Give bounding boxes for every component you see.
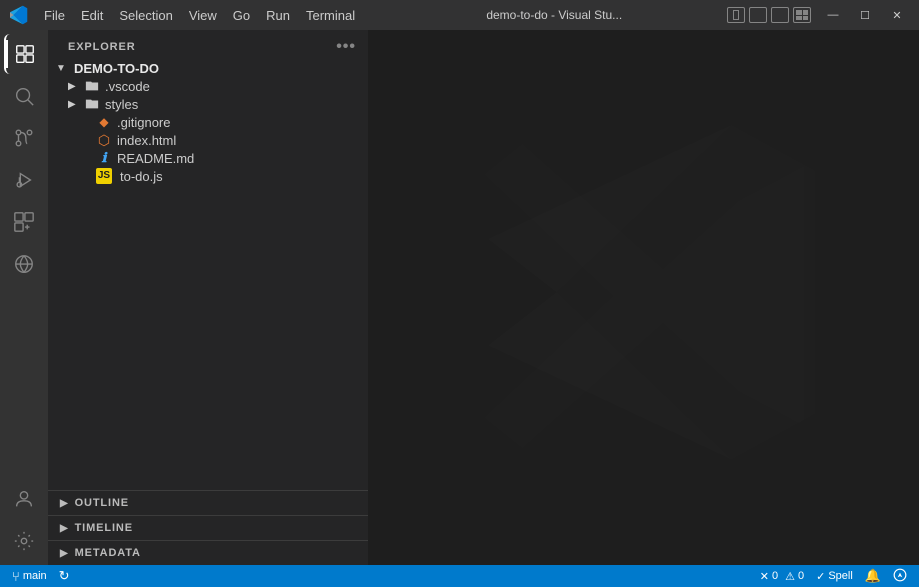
styles-label: styles — [105, 97, 138, 112]
tree-item-vscode[interactable]: ▶ .vscode — [48, 77, 368, 95]
error-icon: ✕ — [760, 570, 769, 583]
statusbar: ⑂ main ↻ ✕ 0 ⚠ 0 ✓ Spell 🔔 — [0, 565, 919, 587]
sync-icon: ↻ — [59, 568, 70, 584]
styles-chevron: ▶ — [68, 99, 84, 110]
todojs-label: to-do.js — [120, 169, 163, 184]
tree-item-todo-js[interactable]: ▶ JS to-do.js — [48, 167, 368, 185]
error-count: 0 — [772, 570, 778, 582]
menu-go[interactable]: Go — [225, 6, 258, 25]
sync-status-item[interactable]: ↻ — [53, 565, 76, 587]
gitignore-chevron: ▶ — [80, 117, 96, 128]
gitignore-label: .gitignore — [117, 115, 170, 130]
layout-toggle-1[interactable] — [727, 7, 745, 23]
metadata-panel-header[interactable]: ▶ METADATA — [48, 541, 368, 565]
run-debug-activity-icon[interactable] — [4, 160, 44, 200]
branch-icon: ⑂ — [12, 569, 20, 584]
file-tree: ▼ DEMO-TO-DO ▶ .vscode ▶ styles — [48, 60, 368, 490]
warning-icon: ⚠ — [785, 570, 795, 583]
layout-toggle-4[interactable] — [793, 7, 811, 23]
spell-label: Spell — [828, 570, 852, 582]
window-title: demo-to-do - Visual Stu... — [382, 8, 728, 22]
menu-file[interactable]: File — [36, 6, 73, 25]
remote-icon — [893, 568, 907, 585]
outline-chevron: ▶ — [60, 498, 69, 509]
extensions-activity-icon[interactable] — [4, 202, 44, 242]
layout-toggle-2[interactable] — [749, 7, 767, 23]
window-controls: — ☐ ✕ — [819, 5, 911, 25]
main-row: EXPLORER ••• ▼ DEMO-TO-DO ▶ .vscode ▶ — [0, 30, 919, 565]
branch-status-item[interactable]: ⑂ main — [6, 565, 53, 587]
source-control-activity-icon[interactable] — [4, 118, 44, 158]
menu-terminal[interactable]: Terminal — [298, 6, 363, 25]
todojs-icon: JS — [96, 168, 112, 184]
readme-chevron: ▶ — [80, 153, 96, 164]
maximize-button[interactable]: ☐ — [851, 5, 879, 25]
menu-edit[interactable]: Edit — [73, 6, 111, 25]
tree-item-styles[interactable]: ▶ styles — [48, 95, 368, 113]
accounts-activity-icon[interactable] — [4, 479, 44, 519]
search-activity-icon[interactable] — [4, 76, 44, 116]
menu-selection[interactable]: Selection — [111, 6, 180, 25]
sidebar: EXPLORER ••• ▼ DEMO-TO-DO ▶ .vscode ▶ — [48, 30, 368, 565]
metadata-label: METADATA — [75, 547, 141, 559]
timeline-chevron: ▶ — [60, 523, 69, 534]
explorer-label: EXPLORER — [68, 41, 136, 53]
indexhtml-label: index.html — [117, 133, 176, 148]
folder-icon-styles — [84, 96, 100, 112]
root-chevron: ▼ — [56, 63, 72, 74]
vscode-logo — [8, 5, 28, 25]
editor-area[interactable] — [368, 30, 919, 565]
menu-bar: File Edit Selection View Go Run Terminal — [36, 6, 382, 25]
branch-label: main — [23, 570, 47, 582]
minimize-button[interactable]: — — [819, 5, 847, 25]
root-label: DEMO-TO-DO — [74, 61, 159, 76]
metadata-chevron: ▶ — [60, 548, 69, 559]
remote-explorer-activity-icon[interactable] — [4, 244, 44, 284]
indexhtml-chevron: ▶ — [80, 135, 96, 146]
explorer-header: EXPLORER ••• — [48, 30, 368, 60]
notification-icon: 🔔 — [865, 568, 881, 584]
close-button[interactable]: ✕ — [883, 5, 911, 25]
timeline-panel: ▶ TIMELINE — [48, 515, 368, 540]
timeline-label: TIMELINE — [75, 522, 133, 534]
folder-icon-vscode — [84, 78, 100, 94]
activity-bar — [0, 30, 48, 565]
errors-status-item[interactable]: ✕ 0 ⚠ 0 — [754, 565, 810, 587]
readme-label: README.md — [117, 151, 194, 166]
vscode-watermark — [454, 106, 834, 489]
explorer-more-actions[interactable]: ••• — [336, 38, 356, 56]
settings-activity-icon[interactable] — [4, 521, 44, 561]
todojs-chevron: ▶ — [80, 171, 96, 182]
remote-status-item[interactable] — [887, 565, 913, 587]
tree-item-index-html[interactable]: ▶ ⬡ index.html — [48, 131, 368, 149]
outline-label: OUTLINE — [75, 497, 129, 509]
gitignore-icon: ◆ — [96, 114, 112, 130]
metadata-panel: ▶ METADATA — [48, 540, 368, 565]
indexhtml-icon: ⬡ — [96, 132, 112, 148]
tree-item-readme[interactable]: ▶ ℹ README.md — [48, 149, 368, 167]
tree-item-gitignore[interactable]: ▶ ◆ .gitignore — [48, 113, 368, 131]
warning-count: 0 — [798, 570, 804, 582]
spell-checkmark-icon: ✓ — [816, 570, 825, 583]
notification-status-item[interactable]: 🔔 — [859, 565, 887, 587]
titlebar: File Edit Selection View Go Run Terminal… — [0, 0, 919, 30]
explorer-activity-icon[interactable] — [4, 34, 44, 74]
outline-panel: ▶ OUTLINE — [48, 490, 368, 515]
menu-run[interactable]: Run — [258, 6, 298, 25]
spell-status-item[interactable]: ✓ Spell — [810, 565, 859, 587]
menu-view[interactable]: View — [181, 6, 225, 25]
layout-toggle-3[interactable] — [771, 7, 789, 23]
vscode-label: .vscode — [105, 79, 150, 94]
outline-panel-header[interactable]: ▶ OUTLINE — [48, 491, 368, 515]
tree-item-root[interactable]: ▼ DEMO-TO-DO — [48, 60, 368, 77]
vscode-chevron: ▶ — [68, 81, 84, 92]
readme-icon: ℹ — [96, 150, 112, 166]
timeline-panel-header[interactable]: ▶ TIMELINE — [48, 516, 368, 540]
